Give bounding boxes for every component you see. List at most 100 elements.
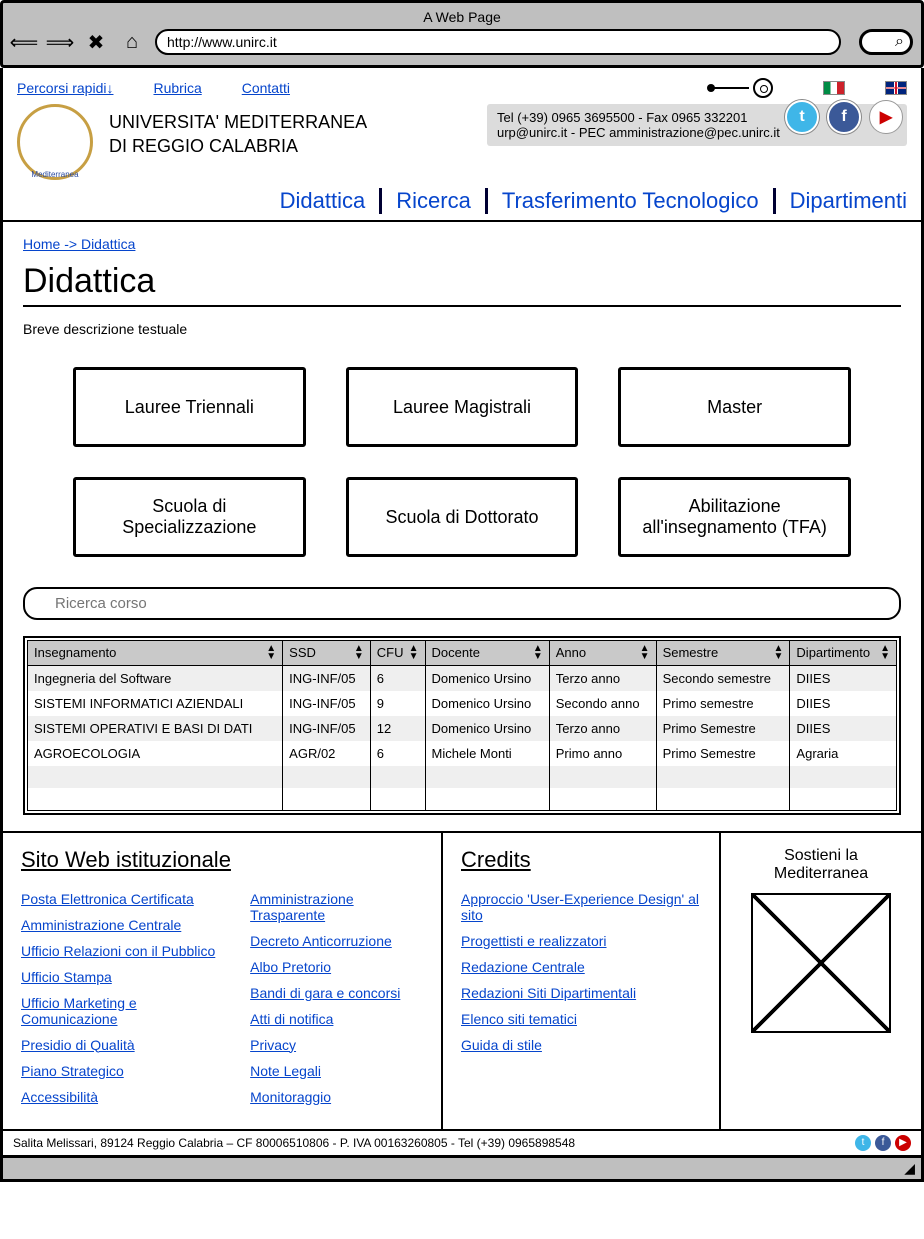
footer-link[interactable]: Piano Strategico bbox=[21, 1063, 124, 1079]
university-name-line2: DI REGGIO CALABRIA bbox=[109, 134, 367, 158]
nav-dipartimenti[interactable]: Dipartimenti bbox=[776, 188, 907, 214]
footer-link[interactable]: Elenco siti tematici bbox=[461, 1011, 577, 1027]
footer-link[interactable]: Posta Elettronica Certificata bbox=[21, 891, 194, 907]
footer-title-credits: Credits bbox=[461, 847, 701, 873]
sort-icon[interactable]: ▲▼ bbox=[880, 645, 890, 661]
flag-en-icon[interactable] bbox=[885, 81, 907, 95]
th-dipartimento[interactable]: Dipartimento▲▼ bbox=[790, 641, 897, 666]
th-ssd[interactable]: SSD▲▼ bbox=[283, 641, 371, 666]
site-header: UNIVERSITA' MEDITERRANEA DI REGGIO CALAB… bbox=[3, 100, 921, 180]
footer-link[interactable]: Presidio di Qualità bbox=[21, 1037, 135, 1053]
footer-link[interactable]: Bandi di gara e concorsi bbox=[250, 985, 400, 1001]
sort-icon[interactable]: ▲▼ bbox=[533, 645, 543, 661]
twitter-icon[interactable]: t bbox=[855, 1135, 871, 1151]
footer-link[interactable]: Albo Pretorio bbox=[250, 959, 331, 975]
nav-didattica[interactable]: Didattica bbox=[266, 188, 383, 214]
th-docente[interactable]: Docente▲▼ bbox=[425, 641, 549, 666]
course-search-input[interactable] bbox=[23, 587, 901, 620]
browser-search-button[interactable]: ⌕ bbox=[859, 29, 913, 55]
page-body: Percorsi rapidi↓ Rubrica Contatti UNIVER… bbox=[0, 68, 924, 1158]
browser-toolbar: ⟸ ⟹ ✖ ⌂ ⌕ bbox=[11, 29, 913, 55]
table-cell: Primo anno bbox=[549, 741, 656, 766]
sort-icon[interactable]: ▲▼ bbox=[640, 645, 650, 661]
footer-col-support: Sostieni la Mediterranea bbox=[721, 833, 921, 1129]
url-input[interactable] bbox=[155, 29, 841, 55]
table-cell: SISTEMI INFORMATICI AZIENDALI bbox=[28, 691, 283, 716]
footer-link[interactable]: Ufficio Stampa bbox=[21, 969, 112, 985]
sort-icon[interactable]: ▲▼ bbox=[409, 645, 419, 661]
browser-chrome: A Web Page ⟸ ⟹ ✖ ⌂ ⌕ bbox=[0, 0, 924, 68]
th-cfu[interactable]: CFU▲▼ bbox=[370, 641, 425, 666]
footer-link[interactable]: Ufficio Relazioni con il Pubblico bbox=[21, 943, 215, 959]
facebook-icon[interactable]: f bbox=[827, 100, 861, 134]
footer-link[interactable]: Privacy bbox=[250, 1037, 296, 1053]
category-grid: Lauree Triennali Lauree Magistrali Maste… bbox=[23, 367, 901, 587]
back-icon[interactable]: ⟸ bbox=[11, 29, 37, 55]
link-contatti[interactable]: Contatti bbox=[242, 80, 290, 96]
site-search-toggle[interactable] bbox=[713, 78, 773, 98]
table-cell: 6 bbox=[370, 666, 425, 692]
table-row[interactable]: SISTEMI OPERATIVI E BASI DI DATIING-INF/… bbox=[28, 716, 897, 741]
footer-link[interactable]: Progettisti e realizzatori bbox=[461, 933, 607, 949]
link-percorsi-rapidi[interactable]: Percorsi rapidi↓ bbox=[17, 80, 113, 96]
footer-link[interactable]: Redazioni Siti Dipartimentali bbox=[461, 985, 636, 1001]
footer-link[interactable]: Note Legali bbox=[250, 1063, 321, 1079]
cat-tfa[interactable]: Abilitazione all'insegnamento (TFA) bbox=[618, 477, 851, 557]
table-cell: Primo semestre bbox=[656, 691, 790, 716]
sort-icon[interactable]: ▲▼ bbox=[266, 645, 276, 661]
footer: Sito Web istituzionale Posta Elettronica… bbox=[3, 831, 921, 1129]
university-name-line1: UNIVERSITA' MEDITERRANEA bbox=[109, 110, 367, 134]
flag-it-icon[interactable] bbox=[823, 81, 845, 95]
table-row[interactable]: SISTEMI INFORMATICI AZIENDALIING-INF/059… bbox=[28, 691, 897, 716]
cat-master[interactable]: Master bbox=[618, 367, 851, 447]
footer-link[interactable]: Amministrazione Trasparente bbox=[250, 891, 353, 923]
resize-grip-icon[interactable]: ◢ bbox=[0, 1158, 924, 1182]
cat-scuola-specializzazione[interactable]: Scuola di Specializzazione bbox=[73, 477, 306, 557]
th-anno[interactable]: Anno▲▼ bbox=[549, 641, 656, 666]
table-cell: AGR/02 bbox=[283, 741, 371, 766]
th-semestre[interactable]: Semestre▲▼ bbox=[656, 641, 790, 666]
footer-link[interactable]: Accessibilità bbox=[21, 1089, 98, 1105]
footer-link[interactable]: Monitoraggio bbox=[250, 1089, 331, 1105]
sort-icon[interactable]: ▲▼ bbox=[354, 645, 364, 661]
bottom-bar: Salita Melissari, 89124 Reggio Calabria … bbox=[3, 1129, 921, 1155]
sort-icon[interactable]: ▲▼ bbox=[774, 645, 784, 661]
table-row[interactable]: AGROECOLOGIAAGR/026Michele MontiPrimo an… bbox=[28, 741, 897, 766]
table-cell: Agraria bbox=[790, 741, 897, 766]
link-rubrica[interactable]: Rubrica bbox=[153, 80, 201, 96]
breadcrumb[interactable]: Home -> Didattica bbox=[23, 236, 901, 252]
nav-trasferimento[interactable]: Trasferimento Tecnologico bbox=[488, 188, 776, 214]
youtube-icon[interactable]: ▶ bbox=[895, 1135, 911, 1151]
table-cell: Ingegneria del Software bbox=[28, 666, 283, 692]
table-cell: ING-INF/05 bbox=[283, 716, 371, 741]
table-cell: ING-INF/05 bbox=[283, 691, 371, 716]
support-image-placeholder[interactable] bbox=[751, 893, 891, 1033]
footer-link[interactable]: Ufficio Marketing e Comunicazione bbox=[21, 995, 137, 1027]
home-icon[interactable]: ⌂ bbox=[119, 29, 145, 55]
table-row[interactable]: Ingegneria del SoftwareING-INF/056Domeni… bbox=[28, 666, 897, 692]
footer-link[interactable]: Guida di stile bbox=[461, 1037, 542, 1053]
youtube-icon[interactable]: ▶ bbox=[869, 100, 903, 134]
footer-link[interactable]: Redazione Centrale bbox=[461, 959, 585, 975]
stop-icon[interactable]: ✖ bbox=[83, 29, 109, 55]
table-cell: Secondo semestre bbox=[656, 666, 790, 692]
nav-ricerca[interactable]: Ricerca bbox=[382, 188, 488, 214]
table-cell: ING-INF/05 bbox=[283, 666, 371, 692]
cat-lauree-triennali[interactable]: Lauree Triennali bbox=[73, 367, 306, 447]
cat-scuola-dottorato[interactable]: Scuola di Dottorato bbox=[346, 477, 579, 557]
footer-link[interactable]: Atti di notifica bbox=[250, 1011, 333, 1027]
th-insegnamento[interactable]: Insegnamento▲▼ bbox=[28, 641, 283, 666]
table-cell: 12 bbox=[370, 716, 425, 741]
table-cell: Terzo anno bbox=[549, 716, 656, 741]
university-logo-icon[interactable] bbox=[17, 104, 93, 180]
table-cell: Terzo anno bbox=[549, 666, 656, 692]
cat-lauree-magistrali[interactable]: Lauree Magistrali bbox=[346, 367, 579, 447]
facebook-icon[interactable]: f bbox=[875, 1135, 891, 1151]
twitter-icon[interactable]: t bbox=[785, 100, 819, 134]
forward-icon[interactable]: ⟹ bbox=[47, 29, 73, 55]
footer-link[interactable]: Amministrazione Centrale bbox=[21, 917, 181, 933]
footer-title-institutional: Sito Web istituzionale bbox=[21, 847, 423, 873]
university-name: UNIVERSITA' MEDITERRANEA DI REGGIO CALAB… bbox=[109, 104, 367, 159]
footer-link[interactable]: Decreto Anticorruzione bbox=[250, 933, 392, 949]
footer-link[interactable]: Approccio 'User-Experience Design' al si… bbox=[461, 891, 699, 923]
